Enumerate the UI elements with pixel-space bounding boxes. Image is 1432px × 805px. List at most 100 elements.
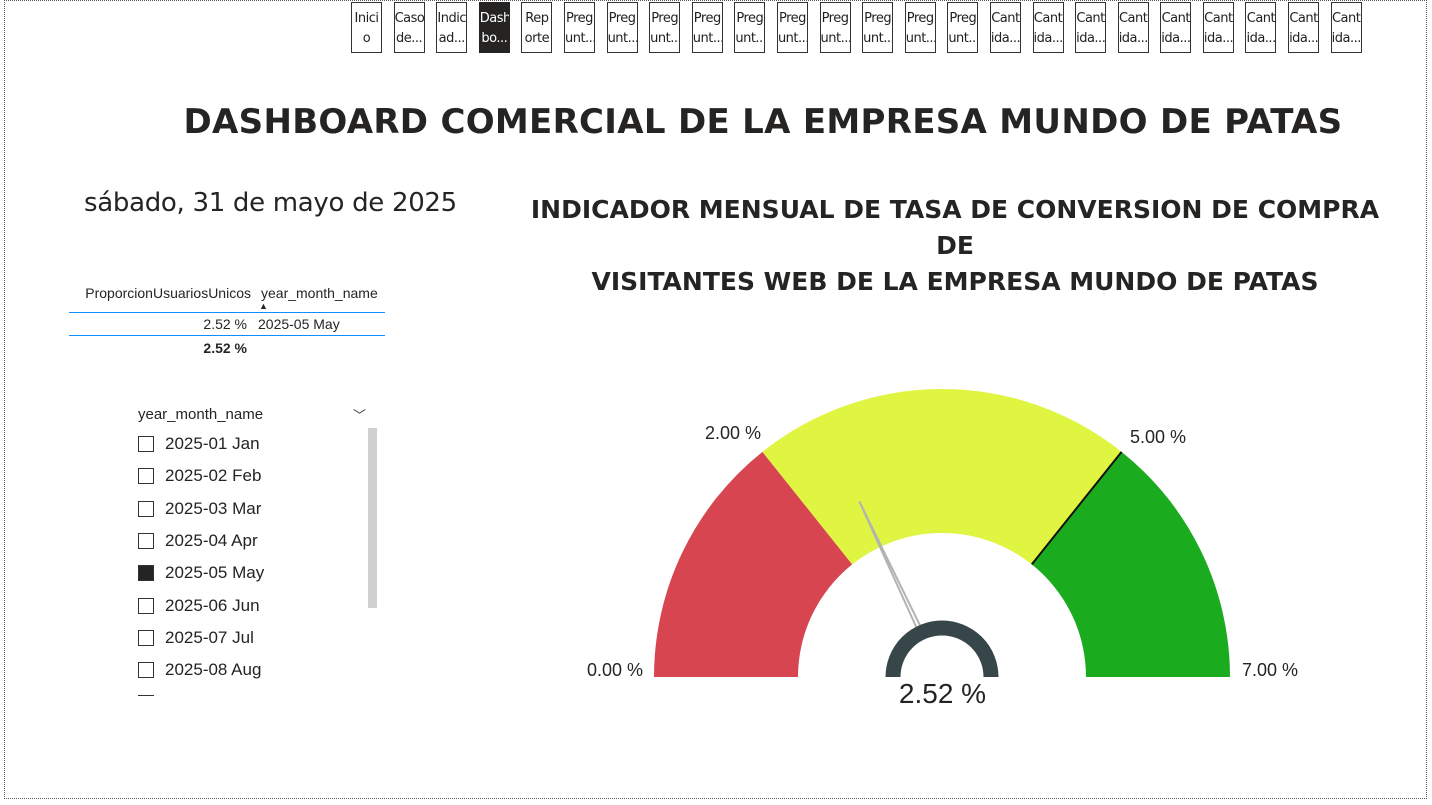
- table-header: ProporcionUsuariosUnicos year_month_name…: [69, 281, 385, 313]
- month-slicer: year_month_name ﹀ 2025-01 Jan 2025-02 Feb…: [138, 400, 378, 696]
- column-header-year-month[interactable]: year_month_name: [251, 281, 378, 312]
- page-nav-button[interactable]: Inici o: [351, 2, 382, 53]
- page-nav-button-label: Preg: [864, 11, 892, 26]
- page-nav-button-label: ida...: [1331, 31, 1361, 46]
- page-nav-button[interactable]: Cant ida...: [1330, 2, 1362, 53]
- page-nav-button-label: Preg: [949, 11, 977, 26]
- slicer-item[interactable]: 2025-08 Aug: [138, 654, 378, 686]
- page-nav-button-label: ida...: [1161, 31, 1191, 46]
- page-nav-button-label: Inici: [354, 11, 379, 26]
- page-nav-button[interactable]: Preg unt...: [691, 2, 723, 53]
- checkbox[interactable]: [138, 662, 154, 679]
- page-nav-button-label: unt...: [948, 31, 978, 46]
- page-nav-button-label: unt...: [692, 31, 722, 46]
- slicer-item[interactable]: 2025-06 Jun: [138, 589, 378, 621]
- page-nav-button-label: ida...: [990, 31, 1020, 46]
- cell-proporcion: 2.52 %: [203, 316, 247, 332]
- page-nav-button-label: ida...: [1246, 31, 1276, 46]
- slicer-item-label: 2025-06 Jun: [165, 595, 260, 615]
- gauge-title-line2: VISITANTES WEB DE LA EMPRESA MUNDO DE PA…: [591, 267, 1319, 296]
- page-nav-button-label: Cant: [1204, 11, 1233, 26]
- conversion-table: ProporcionUsuariosUnicos year_month_name…: [69, 281, 385, 360]
- page-nav-button[interactable]: Cant ida...: [1032, 2, 1064, 53]
- page-nav-button-label: Dash: [479, 11, 509, 26]
- page-nav-button[interactable]: Cant ida...: [1160, 2, 1192, 53]
- column-header-proporcion[interactable]: ProporcionUsuariosUnicos: [69, 281, 251, 312]
- slicer-item[interactable]: 2025-01 Jan: [138, 428, 378, 460]
- page-nav-button-label: bo...: [481, 31, 508, 46]
- gauge-band2-label: 5.00 %: [1130, 427, 1187, 447]
- page-nav-button[interactable]: Cant ida...: [1245, 2, 1277, 53]
- page-nav-button[interactable]: Cant ida...: [989, 2, 1021, 53]
- checkbox[interactable]: [138, 500, 154, 517]
- page-nav-button[interactable]: Cant ida...: [1075, 2, 1107, 53]
- page-nav-button-label: Preg: [906, 11, 934, 26]
- page-nav-button-label: Rep: [525, 11, 549, 26]
- page-nav-button[interactable]: Cant ida...: [1117, 2, 1149, 53]
- cell-year-month: 2025-05 May: [258, 316, 340, 332]
- gauge-hub: [885, 620, 999, 678]
- chevron-down-icon[interactable]: ﹀: [353, 405, 366, 424]
- checkbox[interactable]: [138, 565, 154, 582]
- checkbox[interactable]: [138, 468, 154, 485]
- page-nav-button-label: ida...: [1118, 31, 1148, 46]
- page-nav-button[interactable]: Preg unt...: [563, 2, 595, 53]
- slicer-item[interactable]: 2025-03 Mar: [138, 493, 378, 525]
- checkbox[interactable]: [138, 597, 154, 614]
- slicer-item[interactable]: 2025-07 Jul: [138, 622, 378, 654]
- total-proporcion: 2.52 %: [203, 340, 247, 356]
- page-nav-button-label: Cant: [991, 11, 1020, 26]
- dashboard-title: DASHBOARD COMERCIAL DE LA EMPRESA MUNDO …: [183, 102, 1343, 142]
- checkbox[interactable]: [138, 436, 154, 453]
- page-nav-button[interactable]: Preg unt...: [649, 2, 681, 53]
- page-nav-button-label: Indic: [437, 11, 466, 26]
- slicer-item-label: 2025-05 May: [165, 563, 265, 583]
- page-nav-button[interactable]: Cant ida...: [1288, 2, 1320, 53]
- page-nav-button[interactable]: Preg unt...: [734, 2, 766, 53]
- page-nav-button-label: Preg: [778, 11, 806, 26]
- slicer-item[interactable]: 2025-05 May: [138, 557, 378, 589]
- slicer-list: 2025-01 Jan 2025-02 Feb 2025-03 Mar 2025-04…: [138, 428, 378, 696]
- page-nav-button-label: ida...: [1289, 31, 1319, 46]
- page-nav-button[interactable]: Caso de...: [393, 2, 425, 53]
- page-nav-button[interactable]: Preg unt...: [776, 2, 808, 53]
- checkbox[interactable]: [138, 629, 154, 646]
- gauge-min-label: 0.00 %: [587, 660, 644, 680]
- slicer-scrollbar[interactable]: [368, 428, 377, 608]
- page-nav-button-label: Cant: [1289, 11, 1318, 26]
- page-navigator: Inici o Caso de... Indic ad... Dash bo... Rep ort…: [351, 2, 1362, 53]
- checkbox[interactable]: [138, 694, 154, 696]
- page-nav-button[interactable]: Indic ad...: [436, 2, 468, 53]
- page-nav-button-label: unt...: [863, 31, 893, 46]
- sort-ascending-icon: ▲: [259, 301, 268, 311]
- page-nav-button-label: Cant: [1246, 11, 1276, 26]
- page-nav-button-label: de...: [396, 31, 423, 46]
- slicer-item-partial[interactable]: [138, 686, 378, 696]
- table-total-row: 2.52 %: [69, 336, 385, 360]
- page-nav-button-label: Cant: [1076, 11, 1105, 26]
- page-nav-button-label: ida...: [1203, 31, 1233, 46]
- date-card: sábado, 31 de mayo de 2025: [84, 188, 457, 218]
- page-nav-button[interactable]: Preg unt...: [606, 2, 638, 53]
- page-nav-button-label: Cant: [1033, 11, 1063, 26]
- page-nav-button-label: unt...: [777, 31, 807, 46]
- page-nav-button-label: Preg: [651, 11, 679, 26]
- page-nav-button[interactable]: Preg unt...: [819, 2, 851, 53]
- slicer-item-label: 2025-03 Mar: [165, 498, 262, 518]
- page-nav-button-label: Preg: [693, 11, 721, 26]
- checkbox[interactable]: [138, 533, 154, 550]
- page-nav-button[interactable]: Rep orte: [521, 2, 553, 53]
- slicer-item-label: 2025-07 Jul: [165, 627, 254, 647]
- page-nav-button[interactable]: Dash bo...: [478, 2, 510, 53]
- page-nav-button[interactable]: Preg unt...: [947, 2, 979, 53]
- slicer-item[interactable]: 2025-02 Feb: [138, 460, 378, 492]
- slicer-item-label: 2025-04 Apr: [165, 531, 258, 551]
- page-nav-button-label: ida...: [1033, 31, 1063, 46]
- page-nav-button[interactable]: Preg unt...: [862, 2, 894, 53]
- slicer-item[interactable]: 2025-04 Apr: [138, 525, 378, 557]
- gauge-title: INDICADOR MENSUAL DE TASA DE CONVERSION …: [525, 192, 1385, 300]
- table-row: 2.52 % 2025-05 May: [69, 313, 385, 336]
- page-nav-button-label: unt...: [564, 31, 594, 46]
- page-nav-button[interactable]: Cant ida...: [1202, 2, 1234, 53]
- page-nav-button[interactable]: Preg unt...: [904, 2, 936, 53]
